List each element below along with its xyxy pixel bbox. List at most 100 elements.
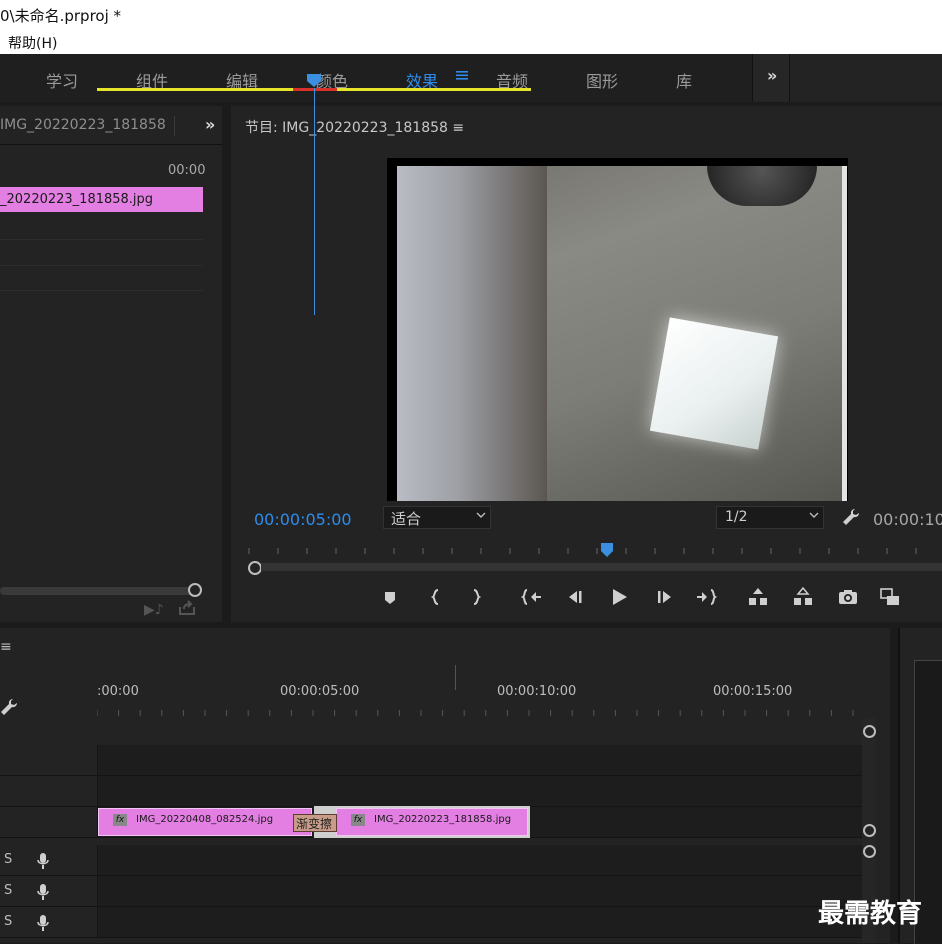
timeline-settings-wrench-icon[interactable] bbox=[0, 698, 18, 716]
export-icon[interactable] bbox=[178, 600, 196, 616]
lift-button[interactable] bbox=[747, 586, 769, 608]
source-scrollbar[interactable] bbox=[0, 587, 198, 595]
playback-resolution-select[interactable]: 1/2 bbox=[716, 506, 824, 529]
step-back-button[interactable] bbox=[565, 586, 587, 608]
workspace-tabs: 学习 组件 编辑 颜色 效果 音频 图形 库 bbox=[0, 54, 752, 102]
timeline-timecode-0: :00:00 bbox=[97, 684, 139, 699]
playback-resolution-value: 1/2 bbox=[725, 509, 748, 525]
scroll-handle[interactable] bbox=[863, 845, 876, 858]
tab-learn[interactable]: 学习 bbox=[46, 68, 78, 92]
play-button[interactable] bbox=[608, 586, 630, 608]
workspace-more-button[interactable]: » bbox=[752, 54, 790, 102]
audio-track-a2: S bbox=[0, 876, 862, 907]
fx-badge-icon: fx bbox=[113, 814, 127, 826]
zoom-level-select[interactable]: 适合 bbox=[383, 506, 491, 529]
source-scroll-handle[interactable] bbox=[188, 583, 202, 597]
track-header[interactable]: S bbox=[0, 907, 98, 937]
window-title: 0\未命名.prproj * bbox=[0, 7, 122, 25]
menu-bar: 帮助(H) bbox=[0, 30, 942, 54]
play-icon bbox=[613, 589, 627, 605]
double-chevron-icon: » bbox=[767, 66, 778, 85]
microphone-icon[interactable] bbox=[36, 914, 50, 932]
camera-icon bbox=[839, 590, 857, 604]
track-header[interactable] bbox=[0, 745, 98, 775]
step-back-icon bbox=[569, 591, 582, 603]
add-marker-button[interactable] bbox=[379, 586, 401, 608]
program-scrollbar[interactable] bbox=[261, 563, 942, 571]
track-body[interactable] bbox=[98, 776, 862, 806]
timeline-menu-icon[interactable]: ≡ bbox=[0, 639, 12, 655]
chevron-down-icon bbox=[476, 512, 486, 518]
program-monitor-title[interactable]: 节目: IMG_20220223_181858 ≡ bbox=[245, 117, 464, 137]
solo-button[interactable]: S bbox=[4, 883, 12, 898]
tab-libraries[interactable]: 库 bbox=[676, 68, 692, 92]
clip-name: IMG_20220408_082524.jpg bbox=[136, 814, 274, 825]
track-body[interactable] bbox=[98, 745, 862, 775]
zoom-level-value: 适合 bbox=[391, 510, 422, 528]
program-monitor: 节目: IMG_20220223_181858 ≡ 00:00:05:00 适合… bbox=[231, 106, 942, 622]
track-header[interactable]: S bbox=[0, 876, 98, 906]
export-frame-button[interactable] bbox=[837, 586, 859, 608]
source-panel-title[interactable]: IMG_20220223_181858 bbox=[0, 117, 166, 133]
timeline-clip[interactable]: fx IMG_20220223_181858.jpg bbox=[336, 808, 528, 836]
extract-button[interactable] bbox=[792, 586, 814, 608]
track-body[interactable] bbox=[98, 876, 862, 906]
marker-icon bbox=[385, 592, 395, 604]
menu-help[interactable]: 帮助(H) bbox=[8, 33, 57, 53]
program-time-ruler[interactable] bbox=[245, 544, 942, 558]
compare-view-icon bbox=[880, 588, 899, 605]
timeline-ruler-major-tick bbox=[455, 665, 456, 690]
sequence-duration: 00:00:10 bbox=[873, 510, 942, 529]
timeline-playhead[interactable] bbox=[306, 73, 322, 88]
track-header[interactable]: S bbox=[0, 845, 98, 875]
playhead-timecode[interactable]: 00:00:05:00 bbox=[254, 510, 352, 529]
divider bbox=[0, 265, 203, 266]
workspace-bar: 学习 组件 编辑 颜色 效果 音频 图形 库 » bbox=[0, 54, 942, 102]
mark-out-icon bbox=[473, 589, 482, 605]
go-to-out-icon bbox=[697, 589, 718, 605]
timeline-clip[interactable]: fx IMG_20220408_082524.jpg bbox=[98, 808, 312, 836]
extract-icon bbox=[794, 586, 812, 605]
source-panel-header: IMG_20220223_181858 » bbox=[0, 106, 222, 145]
video-scene-fixture bbox=[707, 166, 817, 206]
chevron-down-icon bbox=[809, 512, 819, 518]
track-body[interactable] bbox=[98, 907, 862, 937]
program-scroll-handle[interactable] bbox=[248, 561, 262, 575]
mark-out-button[interactable] bbox=[465, 586, 487, 608]
comparison-view-button[interactable] bbox=[879, 586, 901, 608]
scroll-handle[interactable] bbox=[863, 824, 876, 837]
watermark-text: 最需教育 bbox=[818, 899, 923, 929]
track-row bbox=[0, 776, 862, 807]
source-timecode: 00:00 bbox=[168, 163, 206, 178]
video-preview[interactable] bbox=[397, 166, 847, 501]
solo-button[interactable]: S bbox=[4, 914, 12, 929]
microphone-icon[interactable] bbox=[36, 852, 50, 870]
transition-effect[interactable]: 渐变擦 bbox=[293, 814, 337, 832]
track-header[interactable] bbox=[0, 807, 98, 837]
track-row bbox=[0, 745, 862, 776]
divider bbox=[0, 290, 203, 291]
tab-menu-icon[interactable] bbox=[455, 68, 469, 82]
mark-in-button[interactable] bbox=[425, 586, 447, 608]
go-to-in-button[interactable] bbox=[520, 586, 543, 608]
track-header[interactable] bbox=[0, 776, 98, 806]
timeline-playhead-line bbox=[314, 88, 315, 315]
track-body[interactable] bbox=[98, 845, 862, 875]
timeline-timecode-15: 00:00:15:00 bbox=[713, 684, 793, 699]
insert-audio-icon[interactable]: ▶♪ bbox=[144, 602, 164, 618]
audio-track-a1: S bbox=[0, 845, 862, 876]
program-playhead[interactable] bbox=[600, 542, 614, 558]
step-forward-button[interactable] bbox=[653, 586, 675, 608]
microphone-icon[interactable] bbox=[36, 883, 50, 901]
go-to-in-icon bbox=[520, 589, 541, 605]
panel-more-icon[interactable]: » bbox=[205, 115, 215, 134]
clip-name: IMG_20220223_181858.jpg bbox=[374, 814, 512, 825]
solo-button[interactable]: S bbox=[4, 852, 12, 867]
audio-track-a3: S bbox=[0, 907, 862, 938]
scroll-handle[interactable] bbox=[863, 725, 876, 738]
transition-label: 渐变擦 bbox=[296, 817, 333, 831]
source-clip[interactable]: _20220223_181858.jpg bbox=[0, 187, 203, 212]
wrench-icon[interactable] bbox=[842, 508, 860, 526]
tab-graphics[interactable]: 图形 bbox=[586, 68, 618, 92]
go-to-out-button[interactable] bbox=[695, 586, 718, 608]
